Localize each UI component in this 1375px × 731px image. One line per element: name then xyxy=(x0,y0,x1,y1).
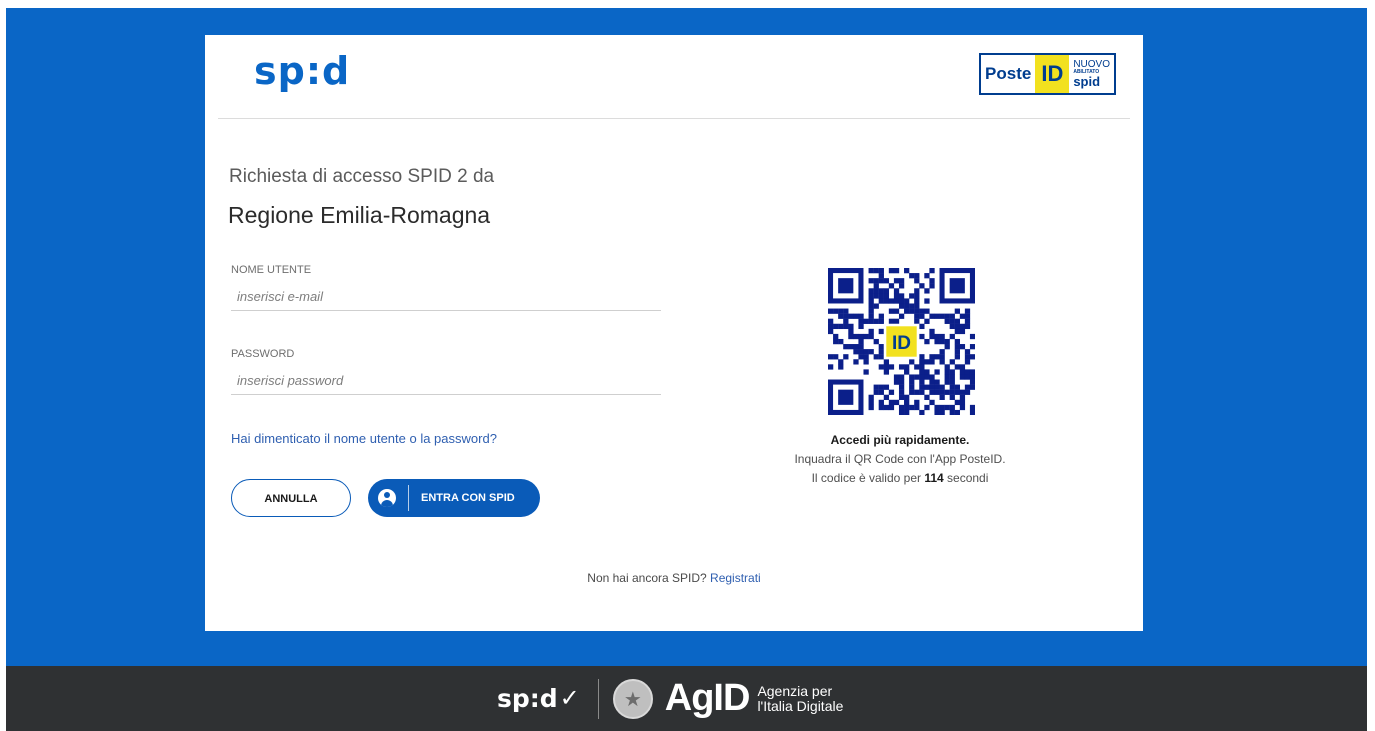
spid-logo: sp:d xyxy=(254,49,351,93)
register-prefix: Non hai ancora SPID? xyxy=(587,571,707,585)
qr-instruction-line: Inquadra il QR Code con l'App PosteID. xyxy=(794,452,1006,466)
password-label: PASSWORD xyxy=(231,348,295,360)
footer-spid-logo: sp:d xyxy=(497,684,558,713)
username-label: NOME UTENTE xyxy=(231,264,312,276)
poste-logo-nuovo-spid: NUOVO ABILITATO spid xyxy=(1069,55,1114,93)
request-title: Richiesta di accesso SPID 2 da xyxy=(229,166,495,187)
cancel-button[interactable]: ANNULLA xyxy=(231,479,351,517)
agid-agency-line2: l'Italia Digitale xyxy=(757,697,844,714)
qr-center-label: ID xyxy=(892,333,911,354)
agid-logo: AgID xyxy=(664,677,751,719)
qr-validity-prefix: Il codice è valido per xyxy=(811,471,925,485)
enter-with-spid-button[interactable]: ENTRA CON SPID xyxy=(368,479,540,517)
qr-validity-line: Il codice è valido per 114 secondi xyxy=(760,469,1040,488)
request-entity: Regione Emilia-Romagna xyxy=(228,202,491,228)
register-link[interactable]: Registrati xyxy=(710,571,761,585)
user-circle-icon xyxy=(378,489,396,507)
footer-separator xyxy=(597,678,599,719)
qr-validity-suffix: secondi xyxy=(943,471,989,485)
qr-headline: Accedi più rapidamente. xyxy=(830,433,970,447)
header-divider xyxy=(218,118,1130,119)
register-prompt: Non hai ancora SPID? Registrati xyxy=(205,571,1143,585)
login-card: sp:d Poste ID NUOVO ABILITATO spid Richi… xyxy=(205,35,1143,631)
forgot-credentials-link[interactable]: Hai dimenticato il nome utente o la pass… xyxy=(231,431,497,446)
poste-logo-id: ID xyxy=(1035,55,1070,93)
button-separator xyxy=(408,485,409,511)
posteid-logo: Poste ID NUOVO ABILITATO spid xyxy=(979,53,1116,95)
poste-logo-spid: spid xyxy=(1073,74,1101,89)
agid-agency-line1: Agenzia per xyxy=(757,682,833,699)
qr-instructions: Accedi più rapidamente. Inquadra il QR C… xyxy=(760,431,1040,488)
qr-code: ID xyxy=(828,268,976,416)
footer-logos: sp:d ✓ AgID Agenzia per l'Italia Digital… xyxy=(497,672,843,725)
check-icon: ✓ xyxy=(559,685,580,712)
agid-agency-name: Agenzia per l'Italia Digitale xyxy=(757,682,844,714)
qr-code-image: ID xyxy=(828,268,976,416)
qr-seconds: 114 xyxy=(924,471,944,485)
password-input[interactable] xyxy=(231,367,661,395)
poste-logo-text: Poste xyxy=(985,64,1032,83)
italian-emblem-icon xyxy=(612,678,653,719)
username-input[interactable] xyxy=(231,283,661,311)
enter-with-spid-label: ENTRA CON SPID xyxy=(421,492,515,504)
footer: sp:d ✓ AgID Agenzia per l'Italia Digital… xyxy=(6,666,1367,731)
